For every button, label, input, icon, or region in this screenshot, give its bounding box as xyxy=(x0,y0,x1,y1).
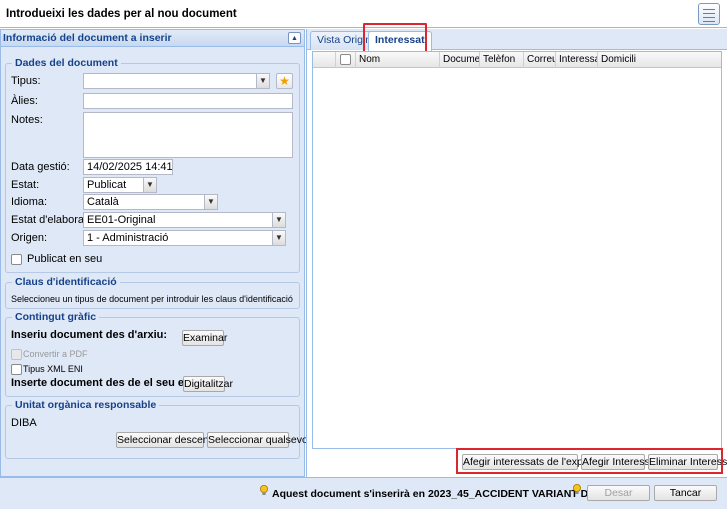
tipus-select[interactable]: ▼ xyxy=(83,73,270,89)
tancar-button[interactable]: Tancar xyxy=(654,485,717,501)
contingut-grafic-fieldset: Contingut gràfic Inseriu document des d'… xyxy=(5,311,300,397)
estat-select[interactable]: Publicat ▼ xyxy=(83,177,157,193)
chevron-down-icon[interactable]: ▼ xyxy=(256,74,269,88)
publicat-seu-checkbox[interactable] xyxy=(11,254,22,265)
document-info-panel: Informació del document a inserir ▲ Dade… xyxy=(0,29,310,477)
footer-bar: Aquest document s'inserirà en 2023_45_AC… xyxy=(0,477,727,509)
origen-select[interactable]: 1 - Administració ▼ xyxy=(83,230,286,246)
collapse-button[interactable]: ▲ xyxy=(288,32,301,44)
examinar-button[interactable]: Examinar xyxy=(182,330,227,346)
document-data-fieldset: Dades del document Tipus: ▼ ★ Àlies: Not… xyxy=(5,57,300,273)
panel-header: Informació del document a inserir ▲ xyxy=(1,30,304,47)
lightbulb-icon xyxy=(260,485,268,495)
notes-label: Notes: xyxy=(11,114,43,126)
seleccionar-descendent-button[interactable]: Seleccionar descendent xyxy=(116,432,229,448)
chevron-down-icon[interactable]: ▼ xyxy=(143,178,156,192)
destination-info-text: Aquest document s'inserirà en 2023_45_AC… xyxy=(272,488,641,500)
alies-label: Àlies: xyxy=(11,95,38,107)
notes-textarea[interactable] xyxy=(83,112,293,158)
desar-button[interactable]: Desar xyxy=(587,485,650,501)
lightbulb-icon xyxy=(573,484,581,494)
window-icon[interactable] xyxy=(698,3,720,25)
estat-elaboracio-select[interactable]: EE01-Original ▼ xyxy=(83,212,286,228)
chevron-down-icon[interactable]: ▼ xyxy=(204,195,217,209)
claus-fieldset: Claus d'identificació Seleccioneu un tip… xyxy=(5,276,300,309)
seleccionar-qualsevol-button[interactable]: Seleccionar qualsevol xyxy=(207,432,310,448)
chevron-down-icon[interactable]: ▼ xyxy=(272,231,285,245)
tipus-label: Tipus: xyxy=(11,75,41,87)
idioma-label: Idioma: xyxy=(11,196,48,208)
fieldset-legend: Dades del document xyxy=(12,57,121,69)
fieldset-legend: Unitat orgànica responsable xyxy=(12,399,160,411)
buttons-highlight-box xyxy=(456,448,723,474)
panel-title: Informació del document a inserir xyxy=(3,32,172,44)
origen-label: Origen: xyxy=(11,232,48,244)
page-title: Introdueixi les dades per al nou documen… xyxy=(6,8,237,20)
column-header-correu[interactable]: Correu xyxy=(523,52,555,68)
grid-select-all[interactable] xyxy=(335,52,355,68)
column-header-domicili[interactable]: Domicili xyxy=(597,52,721,68)
interessats-grid: Nom Docume... Telèfon Correu Interessat … xyxy=(312,51,722,449)
interessat-panel: Vista Original Interessat Nom Docume... … xyxy=(306,23,727,477)
tipus-xml-label: Tipus XML ENI xyxy=(23,364,83,374)
idioma-select[interactable]: Català ▼ xyxy=(83,194,218,210)
unitat-organica-fieldset: Unitat orgànica responsable DIBA Selecci… xyxy=(5,399,310,459)
data-gestio-label: Data gestió: xyxy=(11,161,70,173)
alies-field[interactable] xyxy=(83,93,293,109)
column-header-nom[interactable]: Nom xyxy=(355,52,439,68)
column-header-interessat[interactable]: Interessat xyxy=(555,52,597,68)
column-header-telefon[interactable]: Telèfon xyxy=(479,52,523,68)
inseriu-arxiu-label: Inseriu document des d'arxiu: xyxy=(11,329,168,341)
publicat-seu-label: Publicat en seu xyxy=(27,253,103,265)
fieldset-legend: Claus d'identificació xyxy=(12,276,120,288)
column-header-document[interactable]: Docume... xyxy=(439,52,479,68)
unitat-value: DIBA xyxy=(11,417,37,429)
convertir-pdf-checkbox[interactable] xyxy=(11,349,22,360)
fieldset-legend: Contingut gràfic xyxy=(12,311,100,323)
claus-help-text: Seleccioneu un tipus de document per int… xyxy=(11,294,293,304)
data-gestio-field[interactable]: 14/02/2025 14:41:01 xyxy=(83,159,173,175)
chevron-down-icon[interactable]: ▼ xyxy=(272,213,285,227)
estat-label: Estat: xyxy=(11,179,40,191)
tab-highlight-box xyxy=(363,23,427,53)
grid-header: Nom Docume... Telèfon Correu Interessat … xyxy=(313,52,721,68)
digitalitzar-button[interactable]: Digitalitzar xyxy=(183,376,233,392)
convertir-pdf-label: Convertir a PDF xyxy=(23,349,88,359)
grid-header-spacer xyxy=(313,52,335,68)
tipus-xml-checkbox[interactable] xyxy=(11,364,22,375)
star-icon[interactable]: ★ xyxy=(276,73,293,89)
